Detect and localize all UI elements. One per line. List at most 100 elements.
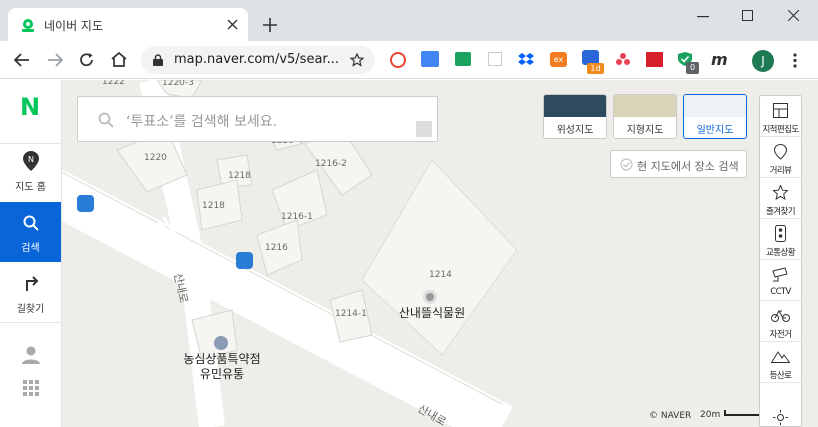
map-type-label: 위성지도 <box>556 125 594 136</box>
minimize-icon[interactable] <box>697 16 709 18</box>
poi-store-name[interactable]: 농심상품특약점 유민유통 <box>167 352 277 382</box>
reload-icon[interactable] <box>79 52 95 68</box>
search-icon <box>98 112 114 128</box>
tab-title: 네이버 지도 <box>44 19 104 33</box>
tool-cctv[interactable]: CCTV <box>760 260 801 301</box>
extension-green-icon[interactable] <box>455 52 471 66</box>
cadastral-grid-icon <box>773 103 788 118</box>
tool-cadastral-map[interactable]: 지적편집도 <box>760 96 801 137</box>
extension-blank-icon[interactable] <box>488 52 502 66</box>
address-bar[interactable]: map.naver.com/v5/sear... <box>141 46 375 74</box>
area-search-button[interactable]: 현 지도에서 장소 검색 <box>610 150 747 178</box>
area-search-label: 현 지도에서 장소 검색 <box>637 160 739 173</box>
tool-label: 교통상황 <box>766 248 795 258</box>
building-number-label: 1216-2 <box>315 159 347 169</box>
traffic-light-icon <box>775 225 786 242</box>
naver-map-favicon-icon <box>22 19 34 32</box>
search-input-placeholder[interactable]: ‘투표소’를 검색해 보세요. <box>126 111 277 131</box>
map-type-satellite[interactable]: 위성지도 <box>543 94 607 139</box>
browser-tab[interactable]: 네이버 지도 <box>8 8 248 41</box>
bookmark-star-icon[interactable] <box>350 53 364 67</box>
extension-badge-0: 0 <box>686 62 699 74</box>
star-icon <box>773 185 788 200</box>
naver-sidebar: N N 지도 홈 검색 길찾기 <box>0 80 62 427</box>
normal-map-thumbnail <box>684 95 746 117</box>
chrome-menu-icon[interactable] <box>793 53 797 68</box>
building-number-label: 1214-1 <box>335 309 367 319</box>
building-number-label: 1220-3 <box>162 80 194 88</box>
search-icon <box>23 215 39 231</box>
building-number-label: 1216 <box>265 243 288 253</box>
sidebar-item-map-home[interactable]: N 지도 홈 <box>0 144 61 202</box>
building-number-label: 1214 <box>429 270 452 280</box>
new-tab-icon[interactable] <box>263 18 277 32</box>
extension-dots-icon[interactable] <box>615 52 631 66</box>
profile-avatar[interactable]: J <box>752 50 774 72</box>
tool-bicycle[interactable]: 자전거 <box>760 301 801 342</box>
apps-grid-icon[interactable] <box>23 380 39 396</box>
sidebar-item-label: 지도 홈 <box>15 182 46 193</box>
expand-panel-icon[interactable] <box>416 121 432 137</box>
user-icon[interactable] <box>22 346 40 364</box>
extension-m-icon[interactable]: m <box>711 50 728 69</box>
building-number-label: 1222 <box>102 80 125 87</box>
tab-strip: 네이버 지도 <box>0 0 818 41</box>
satellite-thumbnail <box>544 95 606 117</box>
extension-badge-1d: 1d <box>587 63 604 74</box>
extension-b-icon[interactable] <box>390 52 406 68</box>
naver-logo[interactable]: N <box>20 93 40 121</box>
sidebar-item-label: 검색 <box>21 243 40 254</box>
building-number-label: 1218 <box>228 171 251 181</box>
tool-label: 즐겨찾기 <box>766 207 795 217</box>
sidebar-item-label: 길찾기 <box>16 304 45 315</box>
map-pin-icon: N <box>23 151 39 171</box>
extension-red-icon[interactable] <box>646 52 663 67</box>
home-icon[interactable] <box>110 51 128 68</box>
brightness-icon[interactable] <box>773 410 788 425</box>
bus-stop-icon[interactable] <box>236 252 253 269</box>
tool-label: 지적편집도 <box>762 125 799 135</box>
close-tab-icon[interactable] <box>227 19 238 30</box>
store-poi-marker-icon[interactable] <box>214 336 228 350</box>
translate-extension-icon[interactable] <box>421 51 439 67</box>
tool-label: 등산로 <box>769 371 792 381</box>
extension-ex-icon[interactable]: ex <box>550 52 567 67</box>
map-type-label: 지형지도 <box>626 125 664 136</box>
tool-traffic[interactable]: 교통상황 <box>760 219 801 260</box>
maximize-icon[interactable] <box>742 10 753 21</box>
svg-text:N: N <box>28 155 34 164</box>
browser-toolbar: map.naver.com/v5/sear... ex 1d 0 m J <box>0 41 818 79</box>
window-close-icon[interactable] <box>788 10 799 21</box>
sidebar-item-directions[interactable]: 길찾기 <box>0 262 61 322</box>
forward-icon[interactable] <box>47 53 63 67</box>
map-copyright: © NAVER <box>649 411 692 421</box>
tool-label: 자전거 <box>769 330 792 340</box>
tool-label: 거리뷰 <box>769 166 792 176</box>
tool-hiking-trail[interactable]: 등산로 <box>760 342 801 383</box>
dropbox-icon[interactable] <box>518 52 534 66</box>
garden-poi-marker-icon[interactable] <box>423 290 437 304</box>
map-type-label: 일반지도 <box>696 125 734 136</box>
back-icon[interactable] <box>14 53 30 67</box>
building-number-label: 1218 <box>202 201 225 211</box>
poi-garden-name[interactable]: 산내뜰식물원 <box>387 306 477 321</box>
cctv-icon <box>772 267 788 282</box>
map-type-terrain[interactable]: 지형지도 <box>613 94 677 139</box>
sidebar-divider <box>0 322 61 323</box>
building-number-label: 1216-1 <box>281 212 313 222</box>
url-text: map.naver.com/v5/sear... <box>174 52 339 67</box>
bicycle-icon <box>771 309 790 322</box>
tool-favorites[interactable]: 즐겨찾기 <box>760 178 801 219</box>
building-number-label: 1220 <box>144 153 167 163</box>
terrain-thumbnail <box>614 95 676 117</box>
sidebar-item-search[interactable]: 검색 <box>0 202 61 262</box>
map-type-normal[interactable]: 일반지도 <box>683 94 747 139</box>
search-box[interactable]: ‘투표소’를 검색해 보세요. <box>77 96 438 142</box>
tool-street-view[interactable]: 거리뷰 <box>760 137 801 178</box>
lock-icon <box>153 54 163 66</box>
bus-stop-icon[interactable] <box>77 195 94 212</box>
streetview-pin-icon <box>774 144 787 160</box>
tool-label: CCTV <box>770 287 791 297</box>
map-scale-label: 20m <box>700 410 721 420</box>
mountain-icon <box>771 351 790 363</box>
